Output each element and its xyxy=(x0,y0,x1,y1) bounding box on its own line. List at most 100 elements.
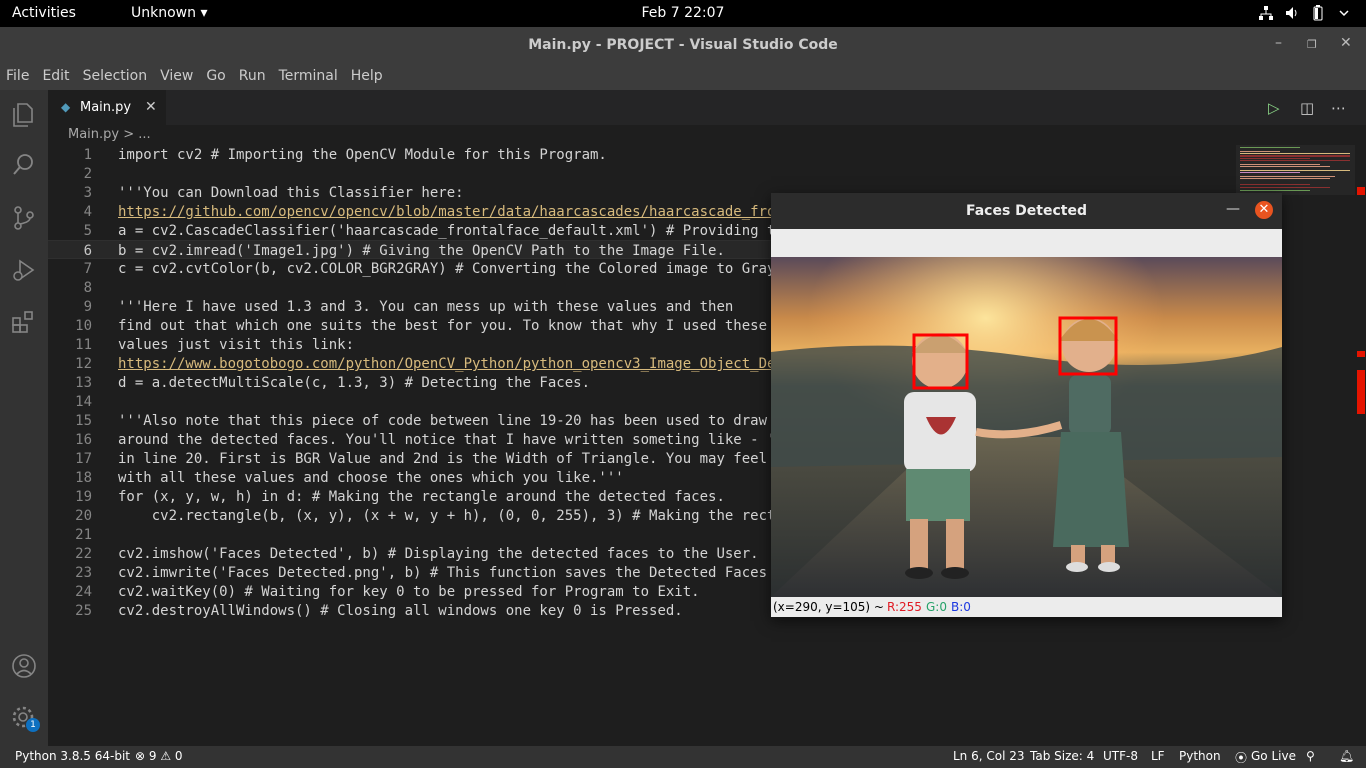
line-number: 4 xyxy=(83,204,92,220)
close-tab-icon[interactable]: ✕ xyxy=(145,99,157,115)
accounts-icon[interactable] xyxy=(10,652,38,680)
line-number: 24 xyxy=(75,584,92,600)
line-number: 16 xyxy=(75,432,92,448)
run-debug-icon[interactable] xyxy=(10,256,38,284)
volume-icon xyxy=(1284,5,1300,21)
minimap[interactable] xyxy=(1236,145,1356,195)
status-bar: Python 3.8.5 64-bit ⊗ 9 ⚠ 0 Ln 6, Col 23… xyxy=(0,746,1366,768)
line-11-code: values just visit this link: xyxy=(118,337,355,353)
network-icon xyxy=(1258,5,1274,21)
line-16-code: around the detected faces. You'll notice… xyxy=(118,432,776,448)
line-number: 23 xyxy=(75,565,92,581)
menu-terminal[interactable]: Terminal xyxy=(273,63,345,90)
editor-scrollbar[interactable] xyxy=(1355,145,1366,745)
pixel-coords: (x=290, y=105) ~ xyxy=(773,600,884,614)
notifications-bell-icon[interactable]: 🔔︎ xyxy=(1339,749,1354,763)
line-4-code[interactable]: https://github.com/opencv/opencv/blob/ma… xyxy=(118,204,775,220)
faces-detected-window[interactable]: Faces Detected — ✕ (x=290, y=105) ~ R:25… xyxy=(771,193,1282,617)
minimize-window-button[interactable]: – xyxy=(1275,35,1282,51)
line-15-code: '''Also note that this piece of code bet… xyxy=(118,413,768,429)
line-12-code[interactable]: https://www.bogotobogo.com/python/OpenCV… xyxy=(118,356,775,372)
line-number: 11 xyxy=(75,337,92,353)
line-10-code: find out that which one suits the best f… xyxy=(118,318,768,334)
line-number: 14 xyxy=(75,394,92,410)
tab-main-py[interactable]: ◆ Main.py ✕ xyxy=(48,90,166,125)
source-control-icon[interactable] xyxy=(10,204,38,232)
line-number: 3 xyxy=(83,185,92,201)
activity-bar: 1 xyxy=(0,90,48,746)
extensions-icon[interactable] xyxy=(10,308,38,336)
settings-gear-icon[interactable]: 1 xyxy=(10,704,40,732)
line-1-code: import cv2 # Importing the OpenCV Module… xyxy=(118,147,607,163)
line-6-code: b = cv2.imread('Image1.jpg') # Giving th… xyxy=(118,243,725,259)
error-marker xyxy=(1357,187,1365,195)
tab-size[interactable]: Tab Size: 4 xyxy=(1030,749,1094,763)
close-faces-window-button[interactable]: ✕ xyxy=(1255,201,1273,219)
line-number: 12 xyxy=(75,356,92,372)
search-icon[interactable] xyxy=(10,151,38,179)
menu-bar: File Edit Selection View Go Run Terminal… xyxy=(0,63,1366,90)
line-number: 2 xyxy=(83,166,92,182)
cursor-position[interactable]: Ln 6, Col 23 xyxy=(953,749,1025,763)
menu-selection[interactable]: Selection xyxy=(77,63,155,90)
line-number: 7 xyxy=(83,261,92,277)
system-tray[interactable] xyxy=(1258,5,1352,21)
activities-button[interactable]: Activities xyxy=(12,5,76,21)
go-live-icon[interactable]: ⦿ xyxy=(1235,749,1247,766)
line-13-code: d = a.detectMultiScale(c, 1.3, 3) # Dete… xyxy=(118,375,591,391)
end-of-line[interactable]: LF xyxy=(1151,749,1165,763)
faces-window-titlebar[interactable]: Faces Detected — ✕ xyxy=(771,193,1282,229)
code-line[interactable]: 2 xyxy=(48,164,1230,183)
menu-file[interactable]: File xyxy=(0,63,36,90)
editor-tab-bar: ◆ Main.py ✕ ▷ ◫ ⋯ xyxy=(48,90,1366,125)
more-actions-icon[interactable]: ⋯ xyxy=(1331,99,1346,117)
python-icon: ◆ xyxy=(61,100,71,114)
explorer-icon[interactable] xyxy=(10,100,38,128)
feedback-icon[interactable]: ⚲ xyxy=(1306,749,1315,763)
menu-help[interactable]: Help xyxy=(345,63,390,90)
line-18-code: with all these values and choose the one… xyxy=(118,470,624,486)
tab-label: Main.py xyxy=(80,100,132,115)
line-number: 1 xyxy=(83,147,92,163)
app-menu[interactable]: Unknown ▾ xyxy=(131,5,207,21)
line-number: 21 xyxy=(75,527,92,543)
line-number: 18 xyxy=(75,470,92,486)
error-marker xyxy=(1357,351,1365,357)
line-7-code: c = cv2.cvtColor(b, cv2.COLOR_BGR2GRAY) … xyxy=(118,261,776,277)
pixel-blue-value: B:0 xyxy=(951,600,971,614)
problems-count[interactable]: ⊗ 9 ⚠ 0 xyxy=(135,749,183,763)
menu-edit[interactable]: Edit xyxy=(36,63,76,90)
menu-view[interactable]: View xyxy=(154,63,200,90)
line-number: 22 xyxy=(75,546,92,562)
file-encoding[interactable]: UTF-8 xyxy=(1103,749,1138,763)
close-window-button[interactable]: ✕ xyxy=(1340,35,1352,51)
line-number: 19 xyxy=(75,489,92,505)
python-interpreter[interactable]: Python 3.8.5 64-bit xyxy=(15,749,130,763)
window-title: Main.py - PROJECT - Visual Studio Code xyxy=(528,37,838,53)
line-number: 10 xyxy=(75,318,92,334)
settings-badge: 1 xyxy=(26,718,40,732)
restore-window-button[interactable]: ❐ xyxy=(1307,38,1317,51)
line-25-code: cv2.destroyAllWindows() # Closing all wi… xyxy=(118,603,683,619)
line-24-code: cv2.waitKey(0) # Waiting for key 0 to be… xyxy=(118,584,700,600)
image-toolbar xyxy=(771,229,1282,257)
code-line[interactable]: 1 import cv2 # Importing the OpenCV Modul… xyxy=(48,145,1230,164)
minimize-faces-window-button[interactable]: — xyxy=(1226,201,1240,217)
faces-window-title: Faces Detected xyxy=(965,203,1087,219)
go-live-button[interactable]: Go Live xyxy=(1251,749,1296,763)
language-mode[interactable]: Python xyxy=(1179,749,1221,763)
line-19-code: for (x, y, w, h) in d: # Making the rect… xyxy=(118,489,725,505)
menu-run[interactable]: Run xyxy=(233,63,273,90)
window-title-bar: Main.py - PROJECT - Visual Studio Code –… xyxy=(0,27,1366,63)
detected-faces-image[interactable] xyxy=(771,257,1282,597)
split-editor-icon[interactable]: ◫ xyxy=(1300,99,1314,117)
line-22-code: cv2.imshow('Faces Detected', b) # Displa… xyxy=(118,546,759,562)
line-number: 15 xyxy=(75,413,92,429)
breadcrumb[interactable]: Main.py > ... xyxy=(68,127,151,142)
line-number: 5 xyxy=(83,223,92,239)
run-python-file-icon[interactable]: ▷ xyxy=(1268,99,1280,117)
line-number: 17 xyxy=(75,451,92,467)
pixel-green-value: G:0 xyxy=(926,600,947,614)
menu-go[interactable]: Go xyxy=(200,63,232,90)
line-number: 13 xyxy=(75,375,92,391)
